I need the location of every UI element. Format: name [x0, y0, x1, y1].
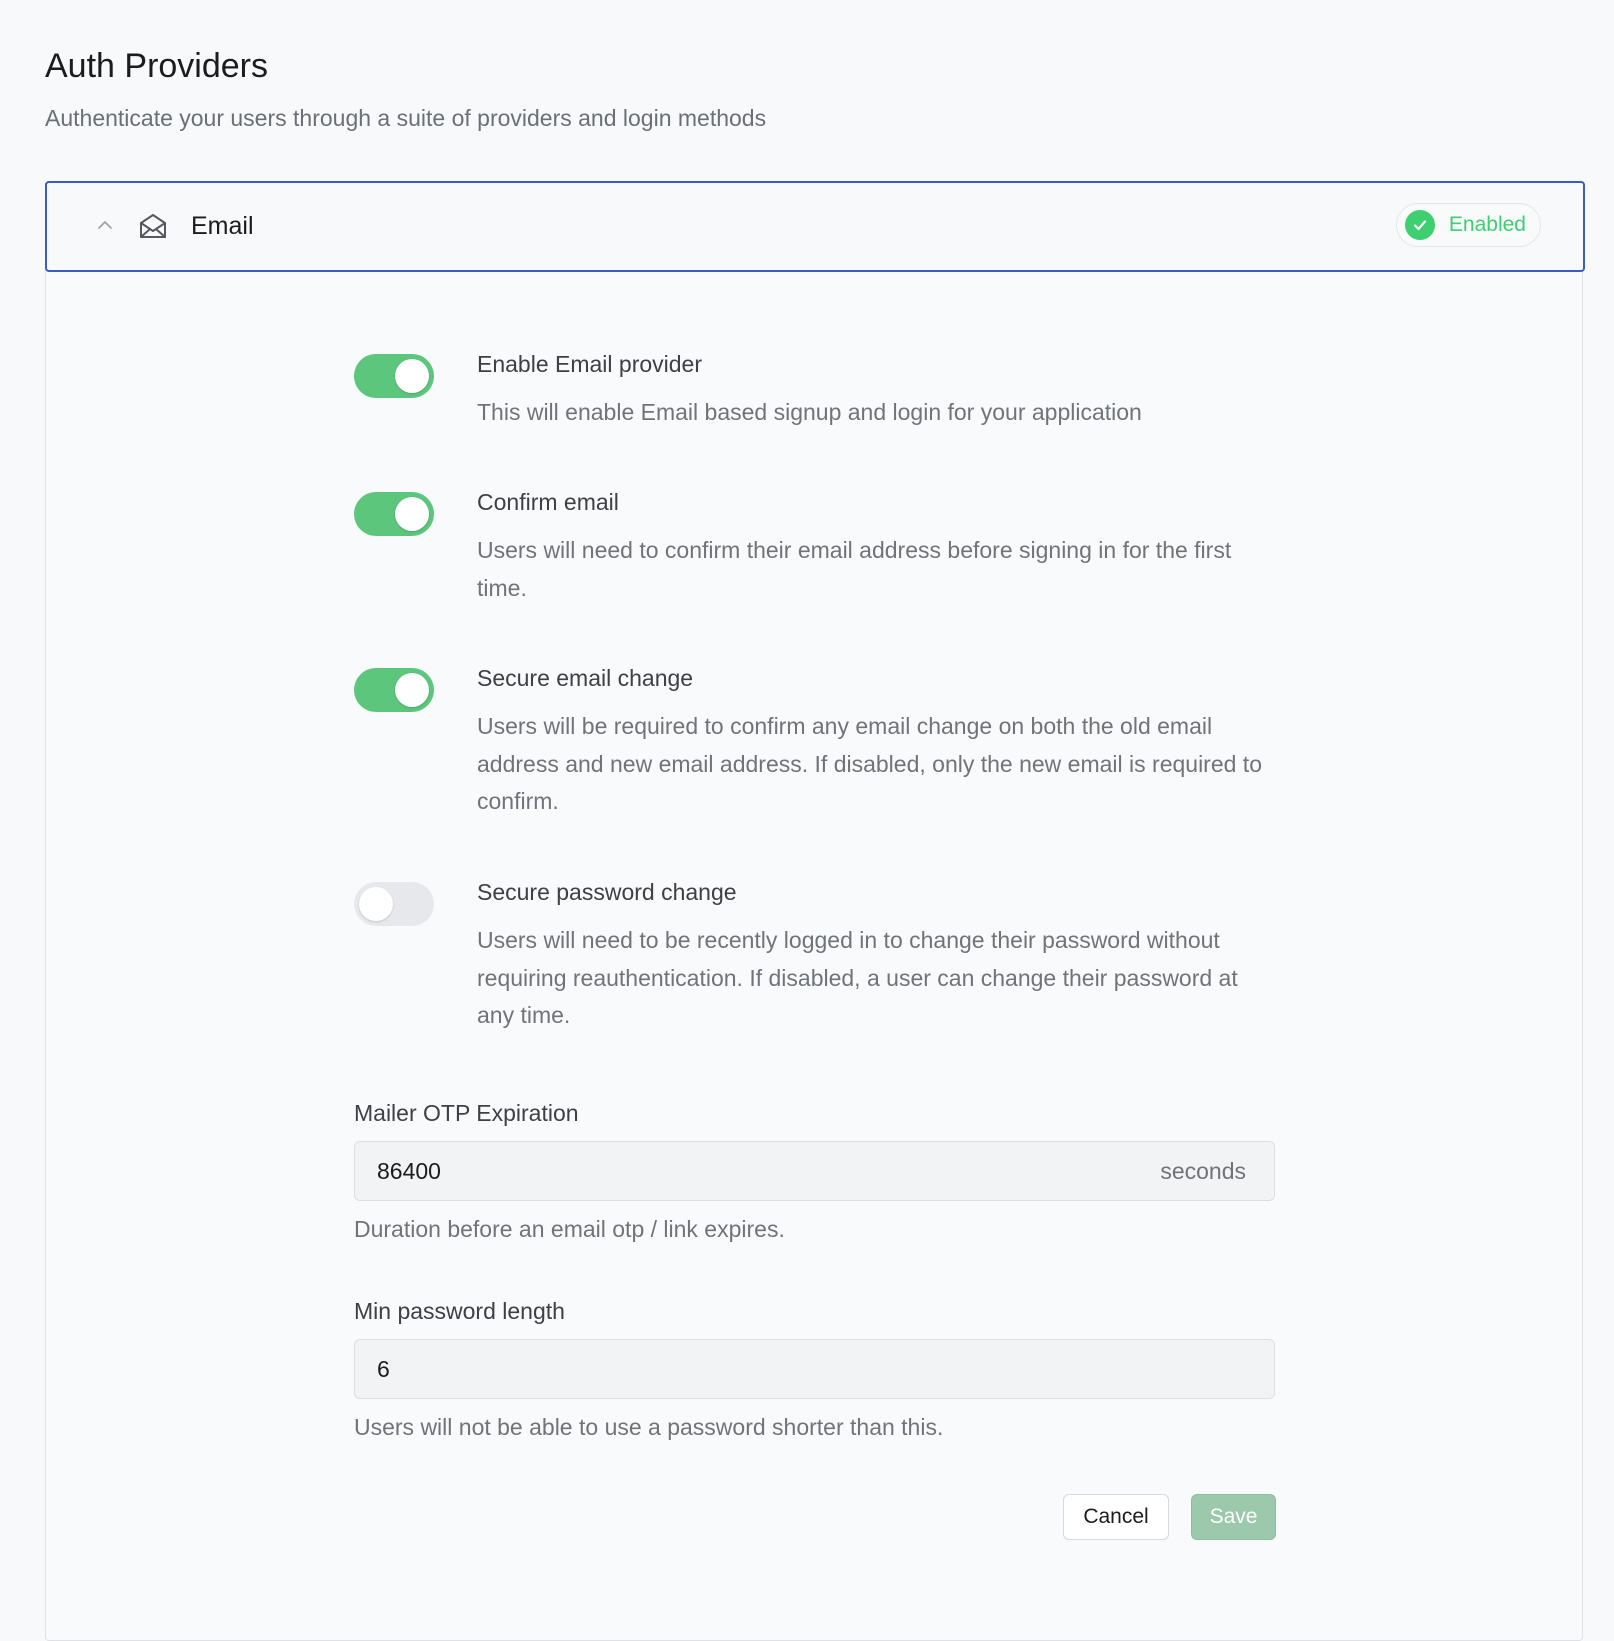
- min-password-length-help: Users will not be able to use a password…: [354, 1414, 944, 1440]
- setting-title: Confirm email: [477, 489, 619, 515]
- setting-title: Secure password change: [477, 879, 737, 905]
- otp-expiration-unit: seconds: [1160, 1158, 1246, 1184]
- setting-description: This will enable Email based signup and …: [477, 399, 1142, 425]
- otp-expiration-label: Mailer OTP Expiration: [354, 1100, 579, 1126]
- status-badge: Enabled: [1395, 203, 1541, 247]
- check-circle-icon: [1404, 210, 1435, 240]
- toggle-knob: [395, 673, 429, 707]
- page-title: Auth Providers: [45, 47, 268, 85]
- min-password-length-label: Min password length: [354, 1298, 565, 1324]
- otp-expiration-value: 86400: [377, 1158, 441, 1184]
- status-text: Enabled: [1448, 213, 1526, 236]
- provider-name: Email: [191, 212, 254, 240]
- otp-expiration-input[interactable]: 86400 seconds: [354, 1141, 1275, 1201]
- enable-email-provider-toggle[interactable]: [354, 354, 434, 398]
- save-button[interactable]: Save: [1191, 1494, 1276, 1540]
- min-password-length-value: 6: [377, 1356, 390, 1382]
- confirm-email-toggle[interactable]: [354, 492, 434, 536]
- setting-description: Users will need to be recently logged in…: [477, 927, 1238, 1028]
- setting-description: Users will need to confirm their email a…: [477, 537, 1232, 601]
- toggle-knob: [359, 887, 393, 921]
- chevron-up-icon[interactable]: [93, 213, 117, 237]
- otp-expiration-help: Duration before an email otp / link expi…: [354, 1216, 785, 1242]
- secure-password-change-toggle[interactable]: [354, 882, 434, 926]
- setting-title: Enable Email provider: [477, 351, 703, 377]
- secure-email-change-toggle[interactable]: [354, 668, 434, 712]
- cancel-button[interactable]: Cancel: [1063, 1494, 1169, 1540]
- min-password-length-input[interactable]: 6: [354, 1339, 1275, 1399]
- setting-title: Secure email change: [477, 665, 694, 691]
- email-provider-header[interactable]: Email Enabled: [45, 181, 1585, 272]
- mail-open-icon: [137, 210, 169, 242]
- toggle-knob: [395, 359, 429, 393]
- page-subtitle: Authenticate your users through a suite …: [45, 105, 767, 131]
- toggle-knob: [395, 497, 429, 531]
- setting-description: Users will be required to confirm any em…: [477, 713, 1262, 814]
- email-provider-panel: Email Enabled Enable Email provider This…: [45, 181, 1585, 1641]
